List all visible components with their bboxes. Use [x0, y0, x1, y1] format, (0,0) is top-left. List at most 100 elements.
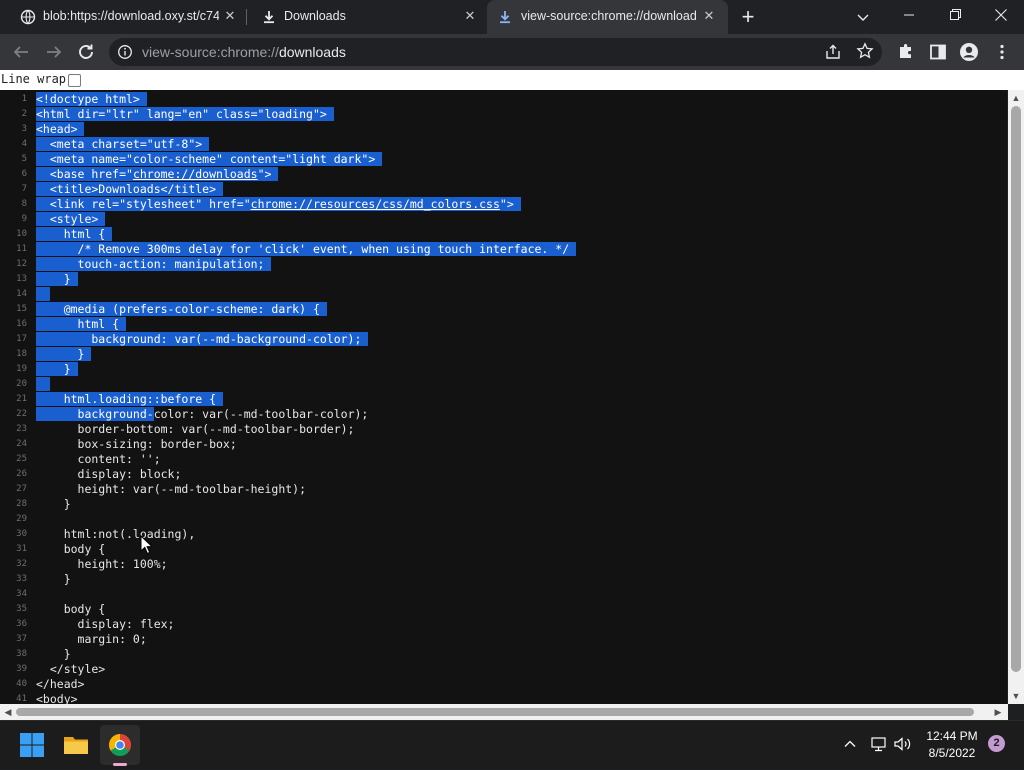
start-button[interactable] — [12, 725, 52, 765]
source-line: <meta charset="utf-8"> — [36, 137, 210, 151]
source-line: } — [36, 347, 92, 361]
line-wrap-bar: Line wrap — [0, 70, 1024, 90]
line-number: 3 — [21, 124, 27, 134]
restore-button[interactable] — [932, 0, 978, 32]
bookmark-star-icon[interactable] — [856, 42, 874, 60]
line-number: 5 — [21, 154, 27, 164]
line-number: 17 — [16, 334, 27, 344]
download-icon — [264, 11, 274, 24]
minimize-button[interactable] — [886, 0, 932, 32]
source-line: <body> — [36, 692, 78, 704]
address-bar[interactable]: view-source:chrome://downloads — [109, 38, 882, 66]
source-line: background: var(--md-background-color); — [36, 332, 369, 346]
line-number: 33 — [16, 574, 27, 584]
source-line: html:not(.loading), — [36, 527, 196, 541]
back-arrow-icon[interactable] — [9, 40, 33, 64]
close-window-button[interactable] — [978, 0, 1024, 32]
clock-time[interactable]: 12:44 PM — [920, 729, 984, 743]
chevron-down-icon[interactable] — [854, 8, 872, 26]
line-number: 23 — [16, 424, 27, 434]
running-app-indicator — [113, 763, 127, 766]
line-wrap-label: Line wrap — [1, 72, 67, 86]
close-icon[interactable]: ✕ — [222, 8, 238, 24]
close-icon[interactable]: ✕ — [462, 8, 478, 24]
source-line: height: var(--md-toolbar-height); — [36, 482, 307, 496]
line-number: 32 — [16, 559, 27, 569]
globe-icon — [20, 9, 36, 25]
line-number: 10 — [16, 229, 27, 239]
tab-strip: blob:https://download.oxy.st/c74 ✕ Downl… — [0, 0, 1024, 34]
more-vert-icon[interactable] — [992, 42, 1012, 62]
line-number: 41 — [16, 694, 27, 704]
reload-icon[interactable] — [74, 40, 98, 64]
source-line: body { — [36, 542, 106, 556]
source-line: } — [36, 647, 71, 661]
horizontal-scroll-thumb[interactable] — [16, 708, 974, 716]
profile-avatar-icon[interactable] — [959, 42, 979, 62]
line-number: 35 — [16, 604, 27, 614]
line-number: 29 — [16, 514, 27, 524]
extensions-puzzle-icon[interactable] — [896, 42, 916, 62]
source-line: <head> — [36, 122, 85, 136]
start-icon — [20, 733, 44, 757]
address-text[interactable]: view-source:chrome://downloads — [142, 44, 346, 60]
address-host: downloads — [278, 44, 346, 60]
line-number: 9 — [21, 214, 27, 224]
clock-date[interactable]: 8/5/2022 — [920, 746, 984, 760]
line-wrap-checkbox[interactable] — [68, 74, 81, 87]
source-code-view[interactable]: 1 2 3 4 5 6 7 8 9 10 11 12 13 14 15 16 17 18 19 20 21 22 23 24 2… — [0, 90, 1007, 704]
line-number: 12 — [16, 259, 27, 269]
line-number: 4 — [21, 139, 27, 149]
source-line: <html dir="ltr" lang="en" class="loading… — [36, 107, 334, 121]
taskbar: 12:44 PM 8/5/2022 2 — [0, 720, 1024, 769]
line-number: 1 — [21, 94, 27, 104]
line-number: 39 — [16, 664, 27, 674]
network-icon[interactable] — [870, 735, 888, 753]
restore-icon — [950, 9, 961, 20]
side-panel-icon[interactable] — [928, 42, 948, 62]
source-line: <title>Downloads</title> — [36, 182, 223, 196]
file-explorer-button[interactable] — [56, 725, 96, 765]
forward-arrow-icon[interactable] — [42, 40, 66, 64]
scroll-right-icon[interactable]: ▶ — [992, 706, 1004, 718]
volume-icon[interactable] — [893, 735, 913, 753]
source-line: body { — [36, 602, 106, 616]
tab-title: view-source:chrome://downloads — [521, 9, 697, 23]
line-number: 16 — [16, 319, 27, 329]
tab-blob-download[interactable]: blob:https://download.oxy.st/c74 ✕ — [6, 0, 246, 34]
source-line: /* Remove 300ms delay for 'click' event,… — [36, 242, 577, 256]
tab-title: blob:https://download.oxy.st/c74 — [43, 9, 219, 23]
line-number: 22 — [16, 409, 27, 419]
line-number: 19 — [16, 364, 27, 374]
tab-downloads[interactable]: Downloads ✕ — [247, 0, 487, 34]
tab-view-source-downloads[interactable]: view-source:chrome://downloads ✕ — [487, 0, 728, 34]
source-line: display: block; — [36, 467, 182, 481]
line-number: 31 — [16, 544, 27, 554]
address-prefix: view-source:chrome:// — [142, 44, 279, 60]
chrome-icon — [109, 734, 131, 756]
scroll-down-icon[interactable]: ▼ — [1011, 690, 1021, 702]
scroll-left-icon[interactable]: ◀ — [2, 706, 14, 718]
vertical-scroll-thumb[interactable] — [1011, 106, 1021, 672]
source-line: display: flex; — [36, 617, 175, 631]
source-line: border-bottom: var(--md-toolbar-border); — [36, 422, 355, 436]
scroll-up-icon[interactable]: ▲ — [1011, 92, 1021, 104]
close-icon[interactable]: ✕ — [701, 8, 717, 24]
source-line: <meta name="color-scheme" content="light… — [36, 152, 383, 166]
line-number: 40 — [16, 679, 27, 689]
horizontal-scrollbar[interactable]: ◀ ▶ — [0, 704, 1008, 720]
source-line — [36, 287, 50, 302]
notification-badge[interactable]: 2 — [988, 735, 1005, 752]
chevron-up-icon[interactable] — [842, 736, 858, 752]
source-line: } — [36, 362, 78, 376]
line-number: 34 — [16, 589, 27, 599]
line-number: 8 — [21, 199, 27, 209]
source-line: background-color: var(--md-toolbar-color… — [36, 407, 369, 421]
vertical-scrollbar[interactable]: ▲ ▼ — [1008, 90, 1024, 704]
share-icon[interactable] — [824, 43, 842, 61]
line-number: 7 — [21, 184, 27, 194]
source-line: margin: 0; — [36, 632, 147, 646]
chrome-taskbar-button[interactable] — [100, 725, 140, 765]
new-tab-button[interactable]: + — [737, 6, 759, 28]
info-icon[interactable] — [117, 44, 133, 60]
